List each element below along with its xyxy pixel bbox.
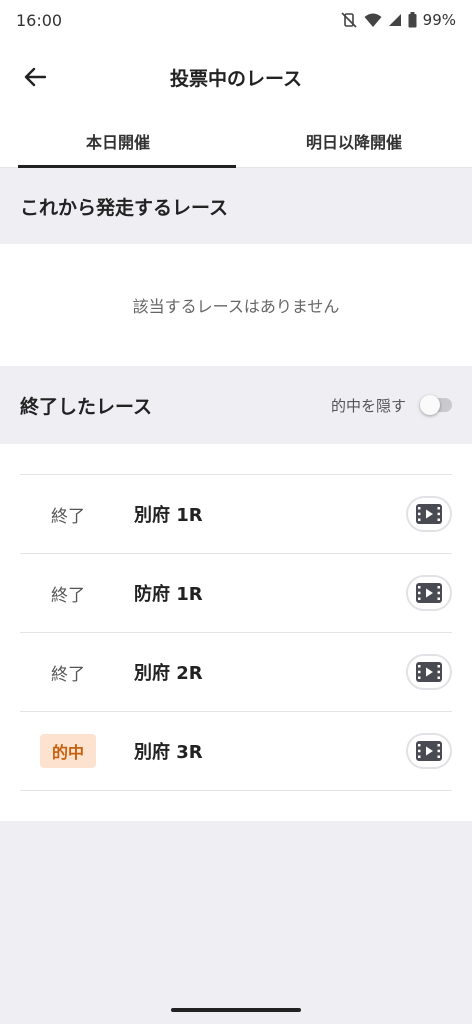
toggle-knob [420,395,440,415]
race-status: 的中 [20,734,116,768]
race-row[interactable]: 終了 別府 2R [20,633,452,712]
video-icon [416,662,442,682]
race-name: 別府 2R [134,663,203,684]
tab-today[interactable]: 本日開催 [0,114,236,168]
wifi-icon [364,13,382,27]
race-video-button[interactable] [406,733,452,769]
finished-race-list: 終了 別府 1R 終了 防府 1R 終了 別府 2R 的中 別府 3R [20,474,452,791]
vibrate-off-icon [341,12,357,28]
race-name: 防府 1R [134,584,203,605]
signal-icon [388,14,401,26]
status-time: 16:00 [16,10,63,30]
race-row[interactable]: 的中 別府 3R [20,712,452,791]
race-status-text: 終了 [51,664,85,685]
status-bar: 16:00 99% [0,0,472,40]
hide-hits-control: 的中を隠す [331,395,452,416]
race-status: 終了 [20,581,116,606]
race-name: 別府 3R [134,742,203,763]
finished-races-title: 終了したレース [20,395,153,418]
hide-hits-toggle[interactable] [420,395,452,415]
upcoming-races-header: これから発走するレース [0,168,472,244]
race-status-text: 終了 [51,585,85,606]
battery-icon [408,12,417,28]
video-icon [416,583,442,603]
empty-message: 該当するレースはありません [132,297,340,316]
page-title: 投票中のレース [169,67,303,90]
race-video-button[interactable] [406,496,452,532]
race-name: 別府 1R [134,505,203,526]
video-icon [416,504,442,524]
race-video-button[interactable] [406,654,452,690]
back-button[interactable] [18,60,52,94]
upcoming-races-title: これから発走するレース [20,196,229,219]
tab-tomorrow-onward[interactable]: 明日以降開催 [236,114,472,167]
arrow-left-icon [24,67,46,87]
app-bar: 投票中のレース [0,40,472,114]
home-indicator[interactable] [171,1008,301,1012]
upcoming-races-empty: 該当するレースはありません [0,244,472,366]
race-row[interactable]: 終了 別府 1R [20,475,452,554]
finished-races-panel: 終了 別府 1R 終了 防府 1R 終了 別府 2R 的中 別府 3R [0,444,472,821]
hide-hits-label: 的中を隠す [330,396,406,415]
status-icons: 99% [340,11,456,29]
race-video-button[interactable] [406,575,452,611]
race-status: 終了 [20,660,116,685]
finished-races-header: 終了したレース 的中を隠す [0,366,472,444]
race-status: 終了 [20,502,116,527]
race-status-text: 終了 [51,506,85,527]
race-row[interactable]: 終了 防府 1R [20,554,452,633]
video-icon [416,741,442,761]
hit-badge: 的中 [39,734,96,768]
battery-percent: 99% [422,11,456,29]
tab-bar: 本日開催 明日以降開催 [0,114,472,168]
